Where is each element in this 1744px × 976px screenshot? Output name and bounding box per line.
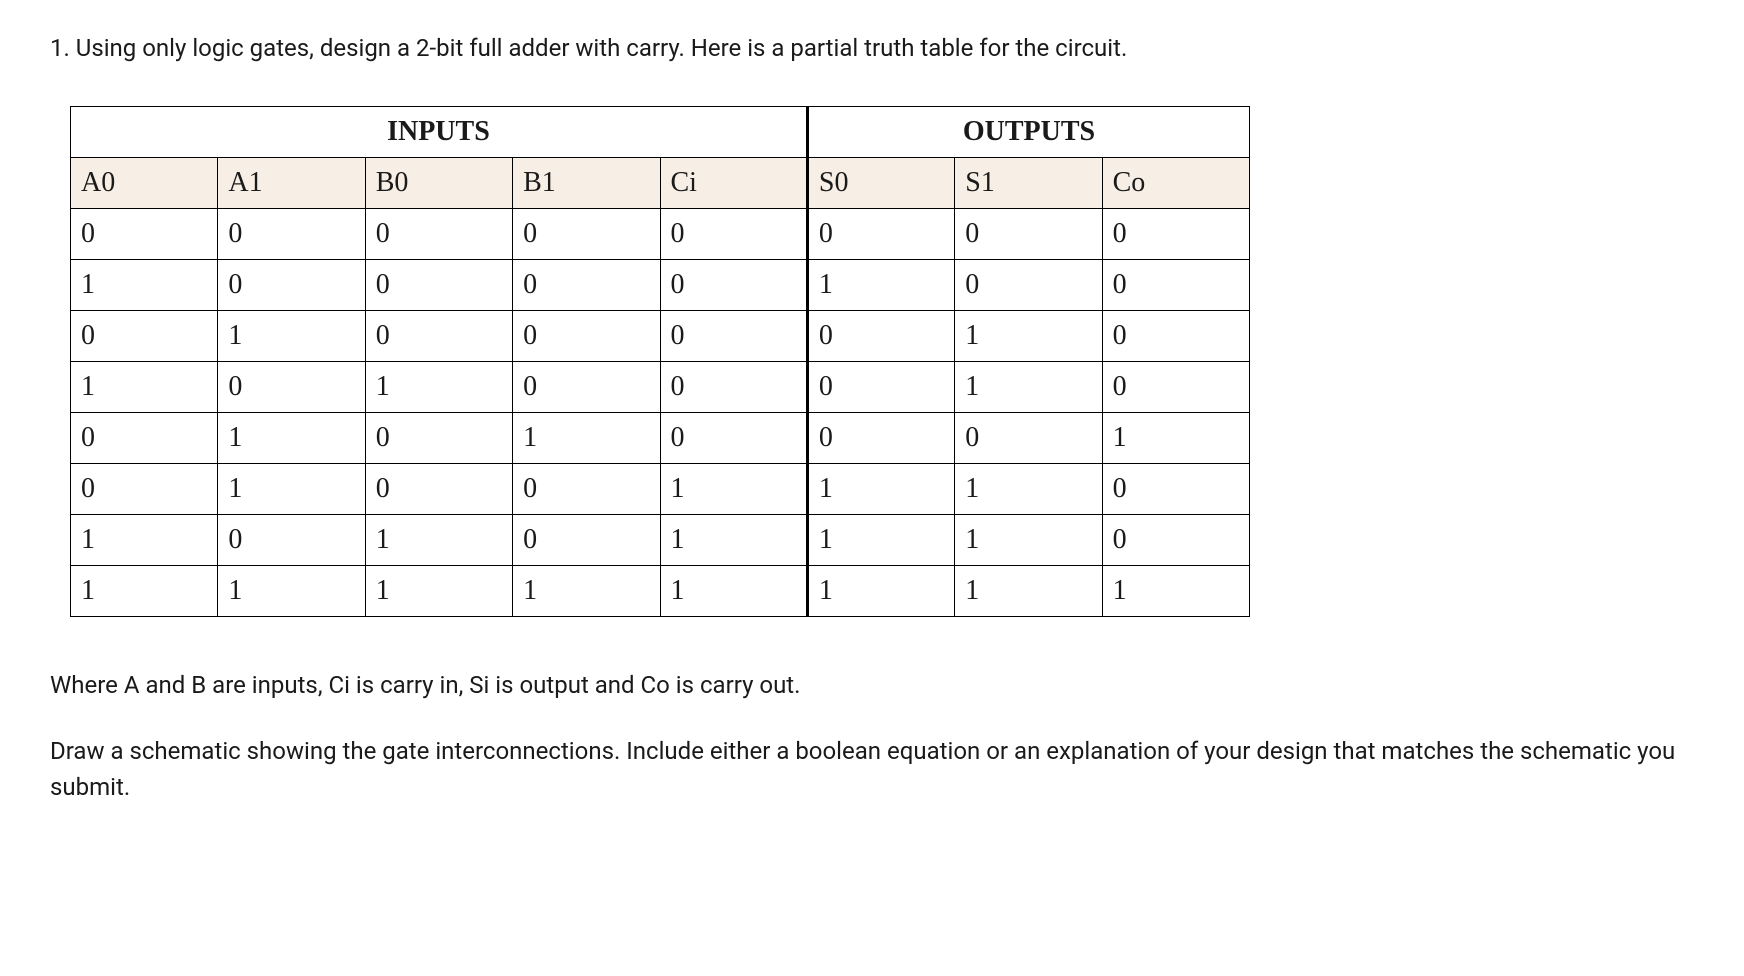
- task-text: Draw a schematic showing the gate interc…: [50, 733, 1694, 805]
- cell: 0: [660, 209, 807, 260]
- cell: 0: [660, 413, 807, 464]
- cell: 1: [660, 464, 807, 515]
- table-row: 0 1 0 0 1 1 1 0: [71, 464, 1250, 515]
- cell: 1: [218, 464, 365, 515]
- cell: 1: [513, 566, 660, 617]
- cell: 1: [365, 362, 512, 413]
- cell: 0: [1102, 260, 1249, 311]
- explanation-text: Where A and B are inputs, Ci is carry in…: [50, 667, 1694, 703]
- cell: 0: [807, 311, 954, 362]
- cell: 0: [807, 209, 954, 260]
- cell: 1: [71, 515, 218, 566]
- cell: 1: [1102, 566, 1249, 617]
- col-header-co: Co: [1102, 158, 1249, 209]
- table-body: 0 0 0 0 0 0 0 0 1 0 0 0 0 1 0 0 0 1: [71, 209, 1250, 617]
- cell: 1: [955, 311, 1102, 362]
- cell: 1: [955, 515, 1102, 566]
- table-row: 1 1 1 1 1 1 1 1: [71, 566, 1250, 617]
- col-header-b0: B0: [365, 158, 512, 209]
- inputs-section-header: INPUTS: [71, 107, 808, 158]
- cell: 1: [365, 566, 512, 617]
- table-row: 1 0 0 0 0 1 0 0: [71, 260, 1250, 311]
- cell: 0: [365, 260, 512, 311]
- cell: 0: [365, 464, 512, 515]
- cell: 1: [513, 413, 660, 464]
- cell: 0: [1102, 362, 1249, 413]
- table-section-row: INPUTS OUTPUTS: [71, 107, 1250, 158]
- cell: 1: [218, 566, 365, 617]
- cell: 1: [1102, 413, 1249, 464]
- cell: 0: [807, 362, 954, 413]
- table-row: 0 0 0 0 0 0 0 0: [71, 209, 1250, 260]
- cell: 0: [660, 260, 807, 311]
- cell: 0: [1102, 209, 1249, 260]
- cell: 0: [71, 413, 218, 464]
- cell: 1: [955, 464, 1102, 515]
- cell: 1: [807, 566, 954, 617]
- cell: 0: [218, 362, 365, 413]
- cell: 1: [71, 566, 218, 617]
- cell: 1: [660, 566, 807, 617]
- cell: 0: [365, 413, 512, 464]
- cell: 0: [513, 464, 660, 515]
- col-header-a1: A1: [218, 158, 365, 209]
- cell: 0: [365, 311, 512, 362]
- col-header-s1: S1: [955, 158, 1102, 209]
- cell: 0: [513, 260, 660, 311]
- cell: 0: [660, 311, 807, 362]
- cell: 0: [1102, 464, 1249, 515]
- table-row: 1 0 1 0 1 1 1 0: [71, 515, 1250, 566]
- cell: 1: [365, 515, 512, 566]
- cell: 0: [807, 413, 954, 464]
- cell: 0: [71, 209, 218, 260]
- cell: 1: [71, 362, 218, 413]
- col-header-a0: A0: [71, 158, 218, 209]
- col-header-ci: Ci: [660, 158, 807, 209]
- col-header-s0: S0: [807, 158, 954, 209]
- cell: 1: [218, 413, 365, 464]
- cell: 0: [71, 311, 218, 362]
- cell: 0: [955, 260, 1102, 311]
- cell: 0: [1102, 311, 1249, 362]
- cell: 0: [513, 209, 660, 260]
- cell: 0: [660, 362, 807, 413]
- cell: 1: [71, 260, 218, 311]
- cell: 0: [1102, 515, 1249, 566]
- cell: 1: [218, 311, 365, 362]
- truth-table-wrapper: INPUTS OUTPUTS A0 A1 B0 B1 Ci S0 S1 Co 0…: [50, 106, 1694, 617]
- cell: 1: [807, 260, 954, 311]
- outputs-section-header: OUTPUTS: [807, 107, 1249, 158]
- cell: 1: [955, 362, 1102, 413]
- table-row: 1 0 1 0 0 0 1 0: [71, 362, 1250, 413]
- table-row: 0 1 0 1 0 0 0 1: [71, 413, 1250, 464]
- question-text: 1. Using only logic gates, design a 2-bi…: [50, 30, 1694, 66]
- cell: 0: [513, 515, 660, 566]
- cell: 0: [513, 311, 660, 362]
- cell: 0: [218, 515, 365, 566]
- cell: 0: [218, 260, 365, 311]
- table-header-row: A0 A1 B0 B1 Ci S0 S1 Co: [71, 158, 1250, 209]
- table-row: 0 1 0 0 0 0 1 0: [71, 311, 1250, 362]
- col-header-b1: B1: [513, 158, 660, 209]
- cell: 0: [218, 209, 365, 260]
- truth-table: INPUTS OUTPUTS A0 A1 B0 B1 Ci S0 S1 Co 0…: [70, 106, 1250, 617]
- cell: 0: [513, 362, 660, 413]
- cell: 1: [807, 464, 954, 515]
- cell: 0: [365, 209, 512, 260]
- cell: 1: [955, 566, 1102, 617]
- cell: 1: [807, 515, 954, 566]
- cell: 0: [71, 464, 218, 515]
- cell: 0: [955, 209, 1102, 260]
- cell: 0: [955, 413, 1102, 464]
- cell: 1: [660, 515, 807, 566]
